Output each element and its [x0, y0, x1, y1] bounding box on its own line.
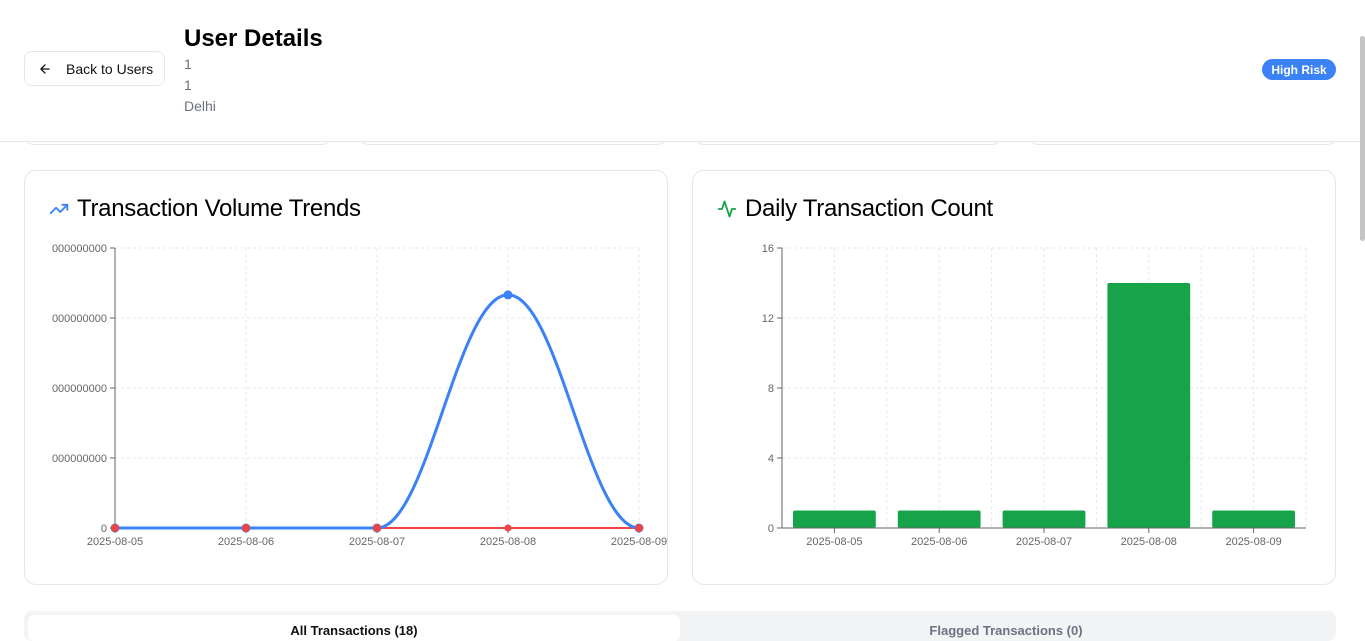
volume-point [503, 290, 513, 300]
y-tick-label: 16 [762, 243, 774, 255]
x-tick-label: 2025-08-09 [1225, 536, 1281, 548]
user-meta-1: 1 [184, 56, 192, 72]
count-bar [1212, 510, 1295, 528]
x-tick-label: 2025-08-08 [1121, 536, 1177, 548]
y-tick-label: 000000000 [52, 243, 107, 255]
y-tick-label: 0 [768, 523, 774, 535]
flagged-point [242, 524, 250, 532]
x-tick-label: 2025-08-08 [480, 536, 536, 548]
y-tick-label: 000000000 [52, 313, 107, 325]
page-title: User Details [184, 25, 323, 52]
x-tick-label: 2025-08-05 [806, 536, 862, 548]
tab-flagged-transactions[interactable]: Flagged Transactions (0) [680, 615, 1332, 641]
page-header: Back to Users User Details 1 1 Delhi Hig… [0, 0, 1365, 142]
transaction-volume-card: Transaction Volume Trends 0 000000000 0000… [24, 170, 668, 585]
user-title-block: User Details 1 1 Delhi [184, 24, 323, 117]
x-tick-label: 2025-08-05 [87, 536, 143, 548]
back-button-label: Back to Users [66, 60, 154, 77]
flagged-point [373, 524, 381, 532]
back-to-users-button[interactable]: Back to Users [24, 51, 165, 86]
count-bar [897, 510, 981, 528]
arrow-left-icon [40, 63, 50, 74]
count-bar-chart: 0 4 8 12 16 2025-08-05 2025-08-06 2025-08-07 202… [762, 243, 1307, 548]
count-bar [1107, 283, 1191, 528]
x-tick-label: 2025-08-06 [911, 536, 967, 548]
y-tick-label: 12 [762, 313, 774, 325]
x-tick-label: 2025-08-07 [349, 536, 405, 548]
y-tick-label: 0 [101, 523, 107, 535]
count-bar [1002, 510, 1086, 528]
daily-count-card: Daily Transaction Count 0 4 8 12 16 2025-08-0… [692, 170, 1336, 585]
flagged-point [635, 524, 643, 532]
tab-all-transactions[interactable]: All Transactions (18) [28, 615, 680, 641]
page-scrollbar[interactable] [1360, 36, 1365, 241]
x-tick-label: 2025-08-09 [611, 536, 667, 548]
volume-line-chart: 0000000000000000000000000000000000000202… [52, 243, 667, 548]
flagged-point [504, 524, 512, 532]
y-tick-label: 000000000 [52, 453, 107, 465]
x-tick-label: 2025-08-06 [218, 536, 274, 548]
risk-badge: High Risk [1262, 59, 1336, 80]
transaction-tabs: All Transactions (18) Flagged Transactio… [24, 611, 1336, 641]
count-bar [793, 510, 876, 528]
x-tick-label: 2025-08-07 [1016, 536, 1072, 548]
user-meta-2: 1 [184, 77, 192, 93]
y-tick-label: 000000000 [52, 383, 107, 395]
y-tick-label: 8 [768, 383, 774, 395]
flagged-point [111, 524, 119, 532]
user-location: Delhi [184, 98, 216, 114]
y-tick-label: 4 [768, 453, 774, 465]
